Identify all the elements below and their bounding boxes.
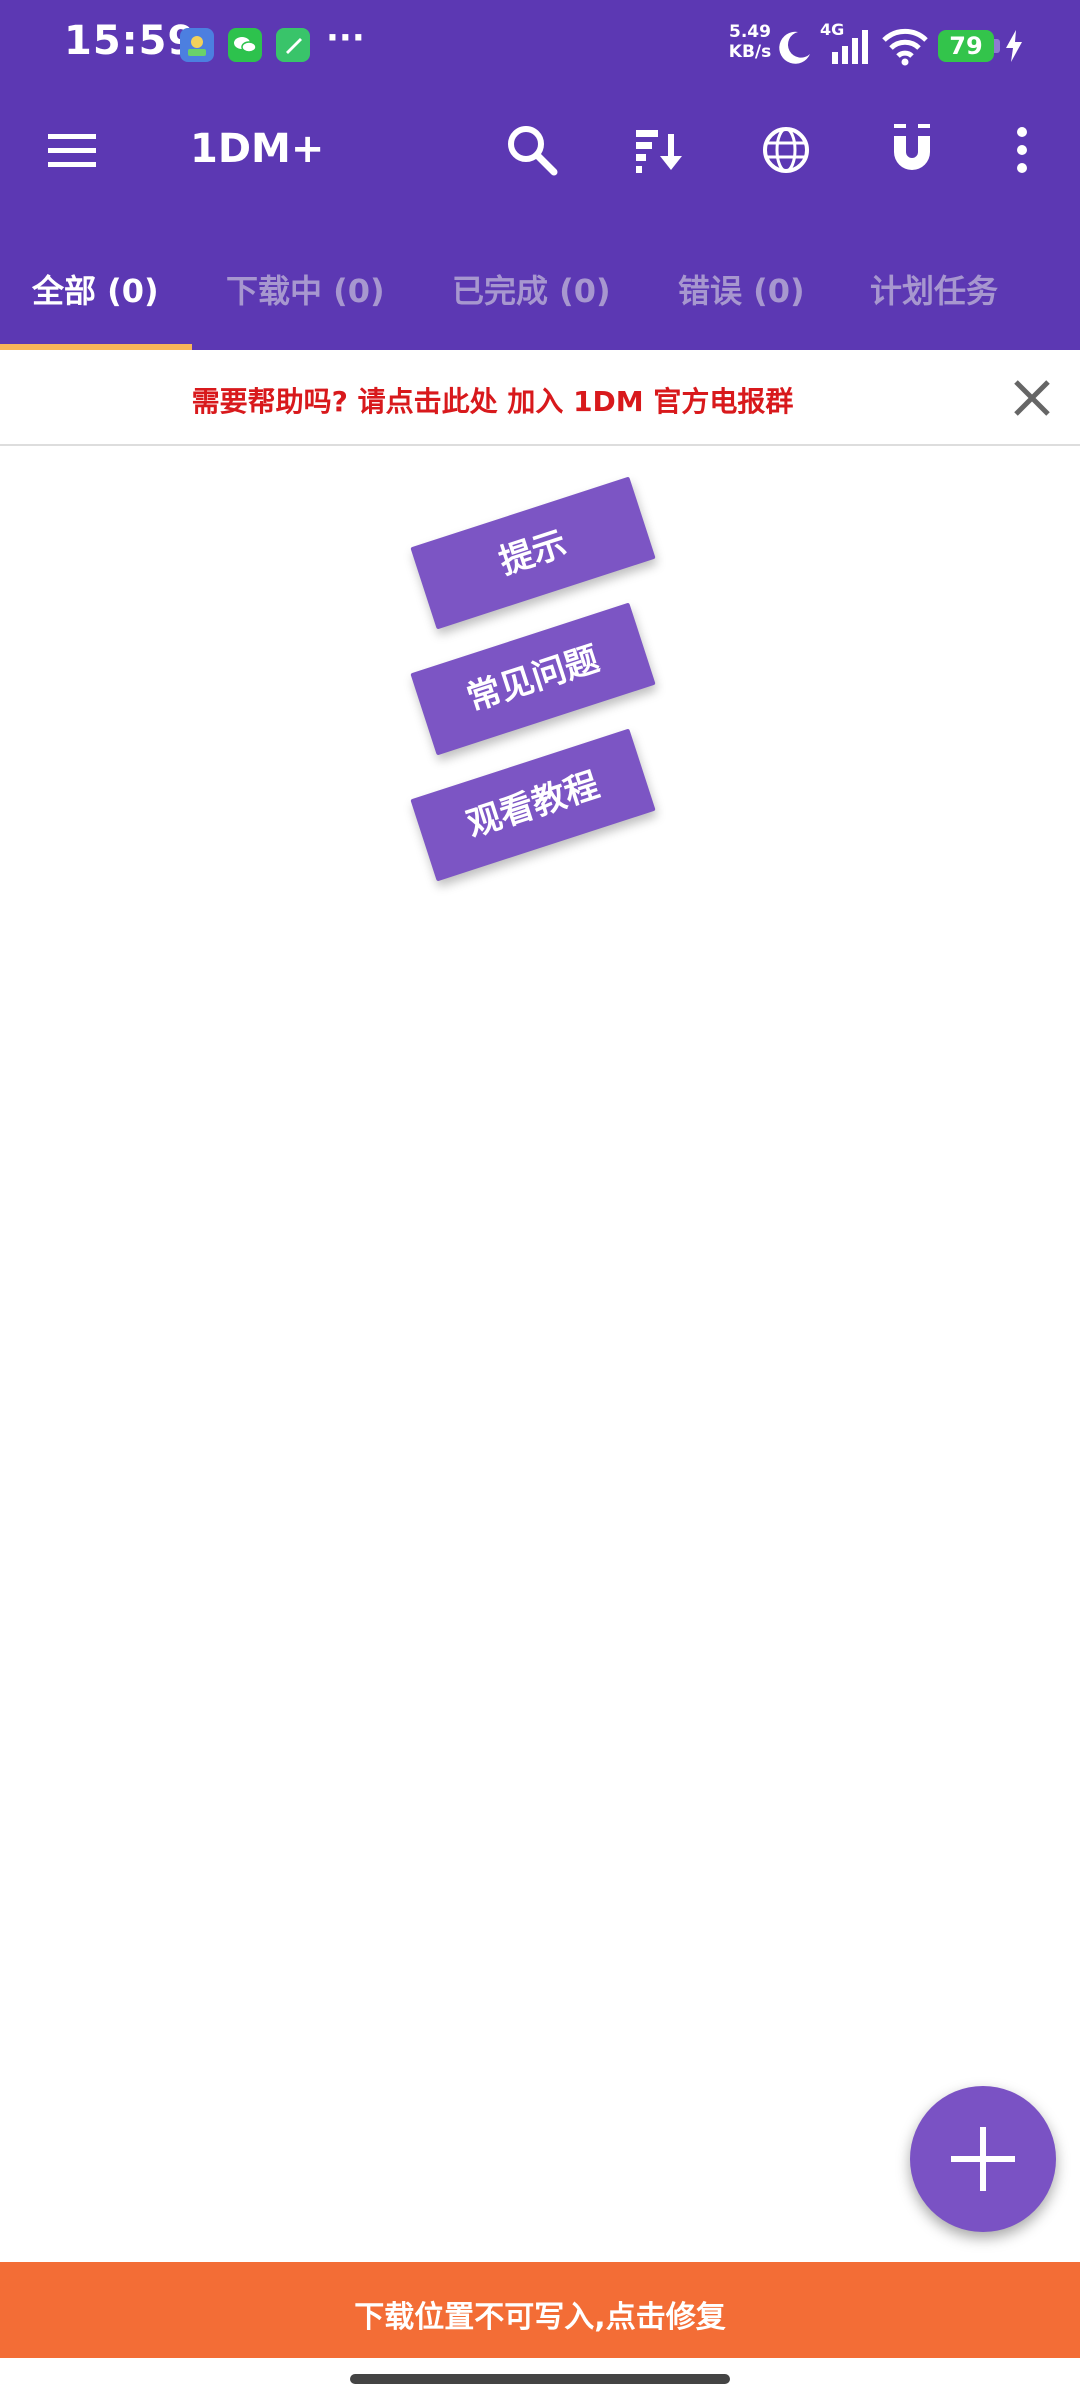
- app-title: 1DM+: [190, 126, 325, 172]
- status-bar: 15:59 ··· 5.49 KB/s 4G 79: [0, 0, 1080, 90]
- charging-bolt-icon: [1006, 30, 1022, 62]
- net-speed-value: 5.49: [729, 22, 771, 42]
- battery-level: 79: [938, 30, 994, 62]
- add-download-button[interactable]: [910, 2086, 1056, 2232]
- close-icon[interactable]: [1008, 374, 1056, 422]
- tab-downloading[interactable]: 下载中 (0): [226, 266, 385, 312]
- status-time: 15:59: [64, 18, 197, 64]
- storage-warning-banner[interactable]: 下载位置不可写入,点击修复: [0, 2262, 1080, 2358]
- photos-app-icon: [180, 28, 214, 62]
- app-toolbar: 1DM+: [0, 90, 1080, 210]
- tab-bar: 全部 (0) 下载中 (0) 已完成 (0) 错误 (0) 计划任务: [0, 210, 1080, 350]
- net-speed: 5.49 KB/s: [728, 22, 772, 62]
- help-banner-text[interactable]: 需要帮助吗? 请点击此处 加入 1DM 官方电报群: [0, 380, 985, 420]
- battery-tip: [994, 39, 1000, 53]
- tools-app-icon: [276, 28, 310, 62]
- wechat-icon: [228, 28, 262, 62]
- add-icon: [951, 2127, 1015, 2191]
- help-banner[interactable]: 需要帮助吗? 请点击此处 加入 1DM 官方电报群: [0, 350, 1080, 446]
- home-indicator[interactable]: [350, 2374, 730, 2384]
- magnet-icon[interactable]: [882, 120, 942, 180]
- menu-icon[interactable]: [42, 120, 102, 180]
- search-icon[interactable]: [502, 120, 562, 180]
- tab-error[interactable]: 错误 (0): [678, 266, 805, 312]
- wifi-icon: [882, 28, 928, 66]
- browser-globe-icon[interactable]: [756, 120, 816, 180]
- storage-warning-text[interactable]: 下载位置不可写入,点击修复: [0, 2292, 1080, 2336]
- tab-scheduled[interactable]: 计划任务: [870, 266, 998, 312]
- tab-all[interactable]: 全部 (0): [32, 266, 159, 312]
- cellular-signal-icon: 4G: [820, 20, 876, 66]
- sort-icon[interactable]: [630, 120, 690, 180]
- do-not-disturb-moon-icon: [779, 31, 810, 64]
- tab-completed[interactable]: 已完成 (0): [452, 266, 611, 312]
- more-vert-icon[interactable]: [992, 120, 1052, 180]
- net-speed-unit: KB/s: [728, 42, 772, 62]
- more-notifications-icon: ···: [326, 18, 365, 58]
